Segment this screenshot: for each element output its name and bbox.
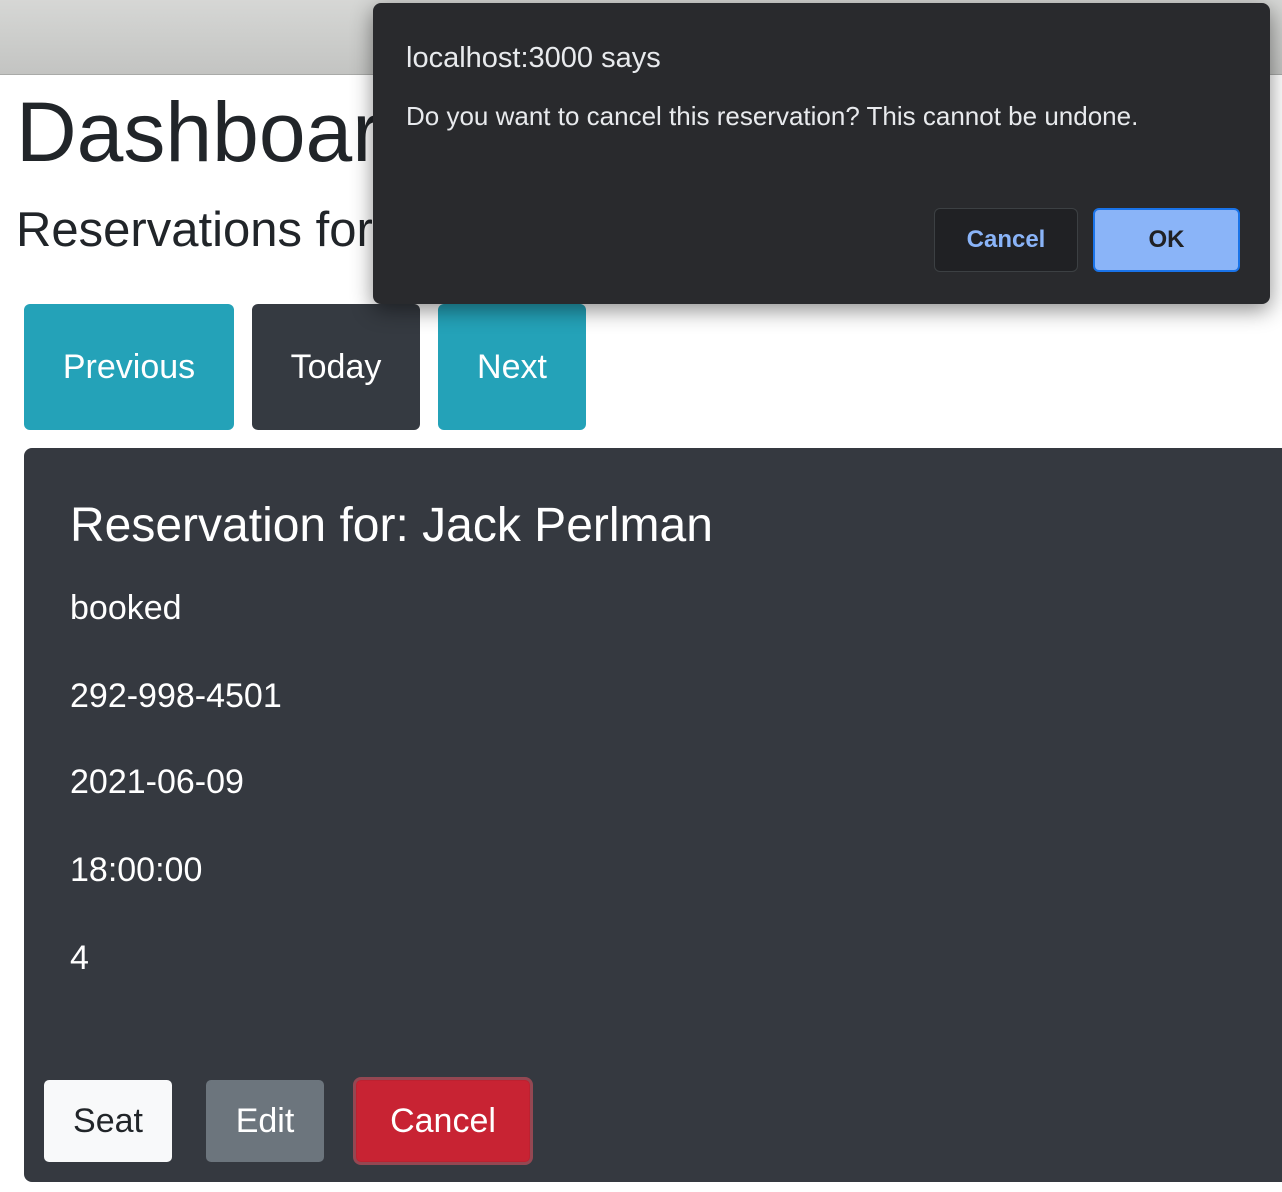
- previous-button[interactable]: Previous: [24, 304, 234, 430]
- cancel-reservation-button[interactable]: Cancel: [356, 1080, 530, 1162]
- reservation-time: 18:00:00: [70, 851, 203, 889]
- next-button[interactable]: Next: [438, 304, 586, 430]
- reservation-status: booked: [70, 589, 182, 627]
- reservation-date: 2021-06-09: [70, 763, 244, 801]
- edit-button[interactable]: Edit: [206, 1080, 324, 1162]
- dialog-ok-button[interactable]: OK: [1093, 208, 1240, 272]
- reservation-people: 4: [70, 939, 89, 977]
- page-subtitle: Reservations for: [16, 203, 373, 257]
- reservation-card: Reservation for: Jack Perlman booked 292…: [24, 448, 1282, 1182]
- page-title: Dashboard: [16, 85, 427, 179]
- dialog-message: Do you want to cancel this reservation? …: [406, 101, 1139, 131]
- today-button[interactable]: Today: [252, 304, 420, 430]
- seat-button[interactable]: Seat: [44, 1080, 172, 1162]
- confirm-dialog: localhost:3000 says Do you want to cance…: [373, 3, 1270, 304]
- reservation-mobile-number: 292-998-4501: [70, 677, 282, 715]
- dialog-title: localhost:3000 says: [406, 42, 661, 74]
- dialog-cancel-button[interactable]: Cancel: [934, 208, 1078, 272]
- reservation-title: Reservation for: Jack Perlman: [70, 499, 713, 552]
